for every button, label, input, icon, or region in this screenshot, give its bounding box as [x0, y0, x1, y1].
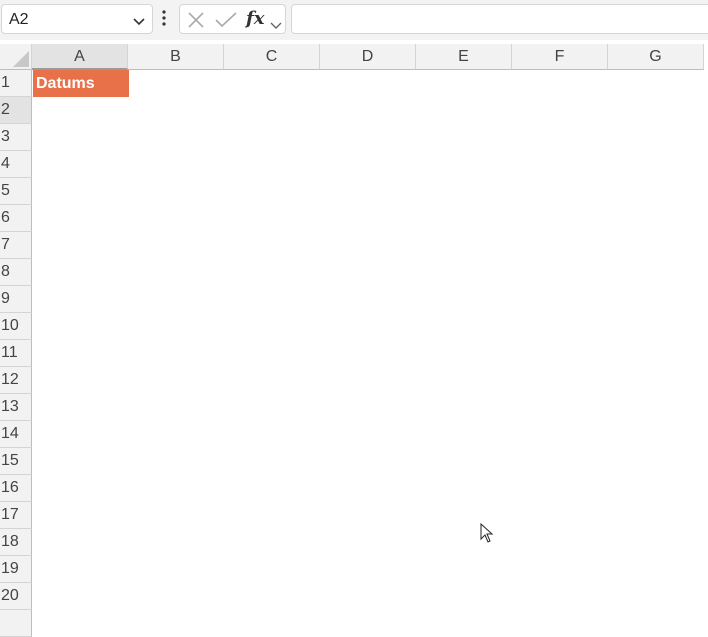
row-header[interactable]: 20: [0, 583, 32, 610]
chevron-down-icon[interactable]: [132, 14, 146, 32]
column-header[interactable]: A: [32, 44, 128, 70]
row-header[interactable]: 18: [0, 529, 32, 556]
row-header[interactable]: 7: [0, 232, 32, 259]
row-header[interactable]: 15: [0, 448, 32, 475]
column-header[interactable]: E: [416, 44, 512, 70]
row-header[interactable]: 10: [0, 313, 32, 340]
row-header[interactable]: 16: [0, 475, 32, 502]
cell-a1[interactable]: Datums: [33, 70, 129, 97]
mouse-pointer-icon: [480, 522, 494, 548]
row-headers: 1 2 3 4 5 6 7 8 9 10 11 12 13 14 15 16 1…: [0, 70, 32, 637]
row-header[interactable]: 6: [0, 205, 32, 232]
cancel-icon[interactable]: [187, 12, 205, 33]
row-header[interactable]: 8: [0, 259, 32, 286]
column-header[interactable]: C: [224, 44, 320, 70]
column-header[interactable]: F: [512, 44, 608, 70]
name-box[interactable]: A2: [1, 4, 153, 34]
row-header[interactable]: 2: [0, 97, 32, 124]
row-header[interactable]: 13: [0, 394, 32, 421]
row-header[interactable]: 14: [0, 421, 32, 448]
row-header[interactable]: 12: [0, 367, 32, 394]
row-header[interactable]: 11: [0, 340, 32, 367]
row-header[interactable]: 17: [0, 502, 32, 529]
chevron-down-icon[interactable]: [270, 17, 282, 35]
row-header[interactable]: 9: [0, 286, 32, 313]
row-header-partial[interactable]: [0, 610, 32, 637]
row-header[interactable]: 3: [0, 124, 32, 151]
row-header[interactable]: 5: [0, 178, 32, 205]
function-icon[interactable]: fx: [246, 8, 264, 29]
select-all-corner[interactable]: [0, 44, 32, 70]
row-header[interactable]: 19: [0, 556, 32, 583]
name-box-value[interactable]: A2: [9, 11, 29, 29]
row-header[interactable]: 4: [0, 151, 32, 178]
more-vertical-icon[interactable]: [161, 9, 167, 34]
column-header[interactable]: B: [128, 44, 224, 70]
row-header[interactable]: 1: [0, 70, 32, 97]
formula-input[interactable]: [291, 4, 708, 34]
column-header[interactable]: D: [320, 44, 416, 70]
confirm-icon[interactable]: [215, 12, 237, 33]
formula-buttons: fx: [179, 4, 286, 34]
cell-grid[interactable]: Datums: [33, 70, 708, 619]
column-header[interactable]: G: [608, 44, 704, 70]
column-headers: A B C D E F G: [32, 44, 708, 70]
formula-bar: A2 fx: [0, 0, 708, 40]
